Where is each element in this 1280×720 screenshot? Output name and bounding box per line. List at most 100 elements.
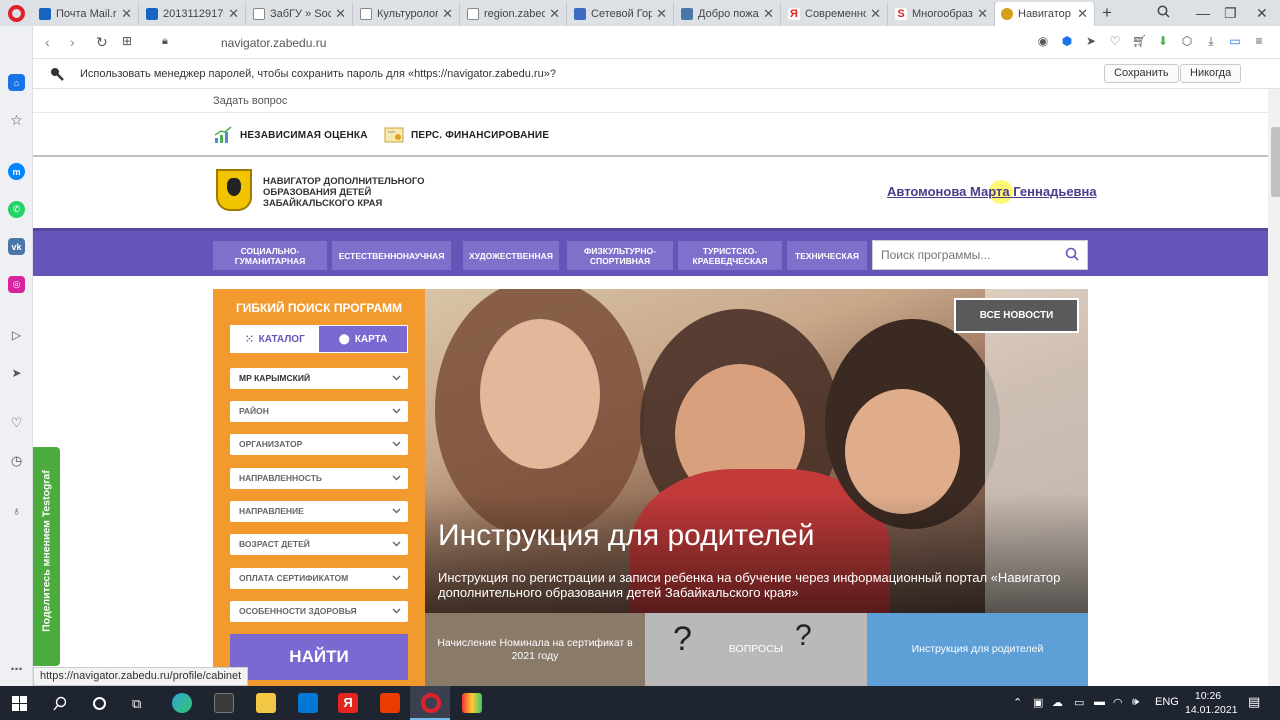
category-technical[interactable]: ТЕХНИЧЕСКАЯ xyxy=(787,241,867,270)
tab-network-city[interactable]: Сетевой Гор ✕ xyxy=(568,2,674,26)
player-icon[interactable]: ▷ xyxy=(8,326,25,343)
tab-diversity[interactable]: S Многообраз ✕ xyxy=(889,2,995,26)
lock-icon[interactable]: 🔒︎ xyxy=(162,35,168,48)
district-select[interactable]: МР КАРЫМСКИЙ xyxy=(230,368,408,389)
news-thumb-nominal[interactable]: Начисление Номинала на сертификат в 2021… xyxy=(425,613,645,686)
wifi-icon[interactable]: ◠ xyxy=(1113,696,1123,709)
direction-select[interactable]: НАПРАВЛЕНИЕ xyxy=(230,501,408,522)
all-news-button[interactable]: ВСЕ НОВОСТИ xyxy=(954,298,1079,333)
area-select[interactable]: РАЙОН xyxy=(230,401,408,422)
file-explorer-icon[interactable] xyxy=(214,693,234,713)
home-icon[interactable]: ⌂ xyxy=(8,74,25,91)
ask-question-link[interactable]: Задать вопрос xyxy=(213,95,287,107)
search-icon[interactable] xyxy=(53,696,68,711)
personal-financing-link[interactable]: ПЕРС. ФИНАНСИРОВАНИЕ xyxy=(384,125,549,145)
vpn-shield-icon[interactable]: ⬢ xyxy=(1060,34,1074,48)
cortana-icon[interactable] xyxy=(93,697,106,710)
volume-icon[interactable]: 🕪︎ xyxy=(1132,696,1139,709)
site-brand[interactable]: НАВИГАТОР ДОПОЛНИТЕЛЬНОГО ОБРАЗОВАНИЯ ДЕ… xyxy=(263,176,463,209)
download-arrow-icon[interactable]: ⬇ xyxy=(1156,34,1170,48)
instagram-icon[interactable]: ◎ xyxy=(8,276,25,293)
tray-monitor-icon[interactable]: ▭ xyxy=(1074,696,1084,709)
zabaikalsky-crest-logo[interactable] xyxy=(216,169,252,211)
office-icon[interactable] xyxy=(380,693,400,713)
search-tabs-icon[interactable] xyxy=(1157,5,1170,21)
battery-icon[interactable]: ▬ xyxy=(1094,696,1105,708)
focus-select[interactable]: НАПРАВЛЕННОСТЬ xyxy=(230,468,408,489)
search-icon[interactable] xyxy=(1065,247,1079,261)
mail-icon[interactable] xyxy=(298,693,318,713)
star-icon[interactable]: ☆ xyxy=(8,112,25,129)
close-icon[interactable]: ✕ xyxy=(977,6,988,22)
search-input[interactable] xyxy=(873,241,1053,269)
close-icon[interactable]: ✕ xyxy=(870,6,881,22)
system-clock[interactable]: 10:26 14.01.2021 xyxy=(1185,689,1238,717)
minimize-button[interactable]: — xyxy=(1196,5,1210,21)
news-thumb-parents[interactable]: Инструкция для родителей xyxy=(867,613,1088,686)
health-features-select[interactable]: ОСОБЕННОСТИ ЗДОРОВЬЯ xyxy=(230,601,408,622)
send-icon[interactable]: ➤ xyxy=(1084,34,1098,48)
back-icon[interactable]: ‹ xyxy=(45,34,50,50)
camera-icon[interactable]: ◉ xyxy=(1036,34,1050,48)
url-field[interactable]: navigator.zabedu.ru xyxy=(221,36,326,50)
heart-icon[interactable]: ♡ xyxy=(8,414,25,431)
onedrive-icon[interactable]: ☁ xyxy=(1052,696,1063,709)
tab-mail[interactable]: Почта Mail.ru ✕ xyxy=(33,2,139,26)
category-sport[interactable]: ФИЗКУЛЬТУРНО-СПОРТИВНАЯ xyxy=(567,241,673,270)
scrollbar-thumb[interactable] xyxy=(1271,127,1280,197)
tab-culture[interactable]: Культуролог ✕ xyxy=(354,2,460,26)
reload-icon[interactable]: ↻ xyxy=(96,34,108,51)
opera-icon[interactable] xyxy=(421,693,441,713)
close-icon[interactable]: ✕ xyxy=(442,6,453,22)
close-icon[interactable]: ✕ xyxy=(228,6,239,22)
find-button[interactable]: НАЙТИ xyxy=(230,634,408,680)
windows-start-icon[interactable] xyxy=(12,696,27,711)
maximize-button[interactable]: ❐ xyxy=(1224,5,1237,22)
tab-region[interactable]: region.zabedu✕ xyxy=(461,2,567,26)
downloads-icon[interactable]: ⤓ xyxy=(1204,34,1218,48)
notifications-icon[interactable]: ▤ xyxy=(1248,694,1260,710)
store-icon[interactable] xyxy=(256,693,276,713)
news-thumb-questions[interactable]: ? ? ВОПРОСЫ xyxy=(645,613,867,686)
whatsapp-icon[interactable]: ✆ xyxy=(8,201,25,218)
paint-app-icon[interactable] xyxy=(462,693,482,713)
news-hero-slide[interactable]: ВСЕ НОВОСТИ Инструкция для родителей Инс… xyxy=(425,289,1088,613)
send-icon[interactable]: ➤ xyxy=(8,364,25,381)
map-tab[interactable]: ⬤ КАРТА xyxy=(319,326,407,352)
cube-icon[interactable]: ⬡ xyxy=(1180,34,1194,48)
cart-icon[interactable]: 🛒︎ xyxy=(1132,34,1147,48)
tab-document[interactable]: 20131129170 ✕ xyxy=(140,2,246,26)
menu-icon[interactable]: ≡ xyxy=(1252,34,1266,48)
tray-device-icon[interactable]: ▣ xyxy=(1033,696,1043,709)
close-window-button[interactable]: ✕ xyxy=(1256,5,1268,22)
page-scrollbar[interactable] xyxy=(1268,89,1280,686)
never-save-button[interactable]: Никогда xyxy=(1180,64,1242,83)
more-icon[interactable]: ⋯ xyxy=(8,660,25,677)
save-password-button[interactable]: Сохранить xyxy=(1104,64,1179,83)
hero-title[interactable]: Инструкция для родителей xyxy=(438,519,814,553)
speed-dial-icon[interactable]: ⊞ xyxy=(122,34,132,48)
certificate-payment-select[interactable]: ОПЛАТА СЕРТИФИКАТОМ xyxy=(230,568,408,589)
task-view-icon[interactable]: ⧉ xyxy=(132,696,141,712)
forward-icon[interactable]: › xyxy=(70,34,75,50)
category-art[interactable]: ХУДОЖЕСТВЕННАЯ xyxy=(463,241,559,270)
close-icon[interactable]: ✕ xyxy=(763,6,774,22)
testograf-feedback-tab[interactable]: Поделитесь мнением Testograf xyxy=(33,447,60,666)
lightbulb-icon[interactable]: ♁ xyxy=(8,502,25,519)
age-select[interactable]: ВОЗРАСТ ДЕТЕЙ xyxy=(230,534,408,555)
independent-assessment-link[interactable]: НЕЗАВИСИМАЯ ОЦЕНКА xyxy=(213,125,368,145)
language-indicator[interactable]: ENG xyxy=(1155,696,1179,708)
category-science[interactable]: ЕСТЕСТВЕННОНАУЧНАЯ xyxy=(332,241,451,270)
yandex-browser-icon[interactable]: Я xyxy=(338,693,358,713)
battery-icon[interactable]: ▭ xyxy=(1228,34,1242,48)
close-icon[interactable]: ✕ xyxy=(1077,6,1088,22)
category-tourism[interactable]: ТУРИСТСКО-КРАЕВЕДЧЕСКАЯ xyxy=(678,241,782,270)
tab-zabgu[interactable]: ЗабГУ » Soc ✕ xyxy=(247,2,353,26)
tab-vk[interactable]: Добро пожал ✕ xyxy=(675,2,781,26)
tab-navigator[interactable]: Навигатор д✕ xyxy=(995,2,1095,26)
catalog-tab[interactable]: ⁙ КАТАЛОГ xyxy=(231,326,319,352)
tab-yandex[interactable]: Я Современно ✕ xyxy=(782,2,888,26)
user-profile-link[interactable]: Автомонова Марта Геннадьевна xyxy=(887,184,1097,199)
messenger-icon[interactable]: m xyxy=(8,163,25,180)
history-icon[interactable]: ◷ xyxy=(8,452,25,469)
